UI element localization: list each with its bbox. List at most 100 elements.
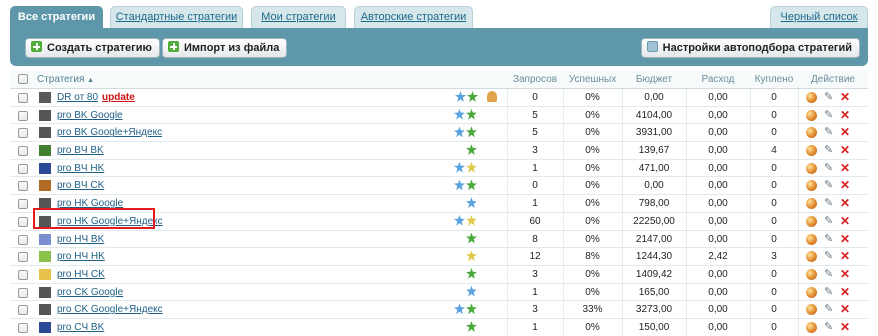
- row-checkbox[interactable]: [18, 305, 28, 316]
- edit-icon[interactable]: ✎: [824, 179, 836, 192]
- column-success-header[interactable]: Успешных: [563, 70, 622, 89]
- row-checkbox[interactable]: [18, 269, 28, 280]
- create-strategy-button[interactable]: Создать стратегию: [25, 38, 160, 58]
- edit-icon[interactable]: ✎: [824, 215, 836, 228]
- strategy-name-link[interactable]: DR от 80 update: [57, 89, 135, 106]
- row-checkbox[interactable]: [18, 146, 28, 157]
- delete-icon[interactable]: ✕: [840, 91, 851, 104]
- table-row[interactable]: DR от 80 update 0 0% 0,00 0,00 0 ✎ ✕: [10, 89, 868, 107]
- stats-icon[interactable]: [806, 162, 817, 174]
- delete-icon[interactable]: ✕: [840, 267, 851, 281]
- stats-icon[interactable]: [806, 304, 817, 316]
- row-checkbox[interactable]: [18, 252, 28, 263]
- stats-icon[interactable]: [806, 286, 817, 298]
- autoselect-settings-button[interactable]: Настройки автоподбора стратегий: [640, 38, 860, 58]
- column-strategy-header[interactable]: Стратегия ▲: [37, 70, 94, 89]
- delete-icon[interactable]: ✕: [840, 144, 851, 157]
- tab-author-strategies[interactable]: Авторские стратегии: [354, 6, 473, 28]
- edit-icon[interactable]: ✎: [824, 250, 836, 263]
- strategy-name-link[interactable]: pro BЧ HK: [57, 160, 104, 177]
- delete-icon[interactable]: ✕: [840, 197, 851, 210]
- delete-icon[interactable]: ✕: [840, 108, 851, 122]
- stats-icon[interactable]: [806, 268, 817, 280]
- stats-icon[interactable]: [806, 92, 817, 103]
- column-budget-header[interactable]: Бюджет: [622, 70, 686, 89]
- row-checkbox[interactable]: [18, 181, 28, 192]
- tab-all-strategies[interactable]: Все стратегии: [10, 6, 103, 28]
- tab-blacklist[interactable]: Черный список: [770, 6, 868, 28]
- table-row[interactable]: pro BЧ HK 1 0% 471,00 0,00 0 ✎ ✕: [10, 159, 868, 178]
- stats-icon[interactable]: [806, 233, 817, 245]
- delete-icon[interactable]: ✕: [840, 250, 851, 263]
- table-row[interactable]: pro HK Google+Яндекс 60 0% 22250,00 0,00 0 ✎ ✕: [10, 212, 868, 231]
- strategy-name-link[interactable]: pro HЧ CK: [57, 266, 105, 283]
- stats-icon[interactable]: [806, 109, 817, 121]
- table-row[interactable]: pro BЧ CK 0 0% 0,00 0,00 0 ✎ ✕: [10, 177, 868, 196]
- stats-icon[interactable]: [806, 251, 817, 263]
- table-row[interactable]: pro BЧ BK 3 0% 139,67 0,00 4 ✎ ✕: [10, 142, 868, 160]
- edit-icon[interactable]: ✎: [824, 126, 836, 139]
- row-checkbox[interactable]: [18, 322, 28, 333]
- stats-icon[interactable]: [806, 215, 817, 227]
- edit-icon[interactable]: ✎: [824, 321, 836, 334]
- strategy-name-link[interactable]: pro CK Google+Яндекс: [57, 301, 163, 318]
- table-row[interactable]: pro CK Google 1 0% 165,00 0,00 0 ✎ ✕: [10, 283, 868, 302]
- column-expense-header[interactable]: Расход: [686, 70, 750, 89]
- delete-icon[interactable]: ✕: [840, 285, 851, 299]
- tab-standard-strategies[interactable]: Стандартные стратегии: [110, 6, 243, 28]
- delete-icon[interactable]: ✕: [840, 126, 851, 139]
- strategy-name-link[interactable]: pro HK Google: [57, 195, 123, 212]
- strategy-name-link[interactable]: pro HK Google+Яндекс: [57, 213, 163, 230]
- stats-icon[interactable]: [806, 180, 817, 192]
- stats-icon[interactable]: [806, 127, 817, 139]
- edit-icon[interactable]: ✎: [824, 303, 836, 316]
- edit-icon[interactable]: ✎: [824, 268, 836, 281]
- table-row[interactable]: pro BK Google 5 0% 4104,00 0,00 0 ✎ ✕: [10, 106, 868, 125]
- strategy-name-link[interactable]: pro HЧ HK: [57, 248, 105, 265]
- row-checkbox[interactable]: [18, 128, 28, 139]
- edit-icon[interactable]: ✎: [824, 286, 836, 299]
- column-bought-header[interactable]: Куплено: [750, 70, 798, 89]
- strategy-name-link[interactable]: pro BK Google: [57, 107, 123, 124]
- delete-icon[interactable]: ✕: [840, 303, 851, 316]
- edit-icon[interactable]: ✎: [824, 109, 836, 122]
- delete-icon[interactable]: ✕: [840, 214, 851, 228]
- stats-icon[interactable]: [806, 321, 817, 333]
- table-row[interactable]: pro HЧ CK 3 0% 1409,42 0,00 0 ✎ ✕: [10, 265, 868, 284]
- row-checkbox[interactable]: [18, 216, 28, 227]
- delete-icon[interactable]: ✕: [840, 320, 851, 334]
- strategy-name-link[interactable]: pro BЧ BK: [57, 142, 104, 159]
- row-checkbox[interactable]: [18, 287, 28, 298]
- table-row[interactable]: pro HЧ HK 12 8% 1244,30 2,42 3 ✎ ✕: [10, 248, 868, 266]
- row-checkbox[interactable]: [18, 234, 28, 245]
- strategy-name-link[interactable]: pro HЧ BK: [57, 231, 104, 248]
- table-row[interactable]: pro BK Google+Яндекс 5 0% 3931,00 0,00 0 ✎ ✕: [10, 124, 868, 143]
- row-checkbox[interactable]: [18, 199, 28, 210]
- strategy-name-link[interactable]: pro BЧ CK: [57, 177, 104, 194]
- edit-icon[interactable]: ✎: [824, 233, 836, 246]
- table-row[interactable]: pro HK Google 1 0% 798,00 0,00 0 ✎ ✕: [10, 195, 868, 213]
- table-row[interactable]: pro CЧ BK 1 0% 150,00 0,00 0 ✎ ✕: [10, 318, 868, 336]
- delete-icon[interactable]: ✕: [840, 161, 851, 175]
- delete-icon[interactable]: ✕: [840, 179, 851, 192]
- edit-icon[interactable]: ✎: [824, 162, 836, 175]
- row-checkbox[interactable]: [18, 110, 28, 121]
- edit-icon[interactable]: ✎: [824, 197, 836, 210]
- strategy-name-link[interactable]: pro CЧ BK: [57, 319, 104, 336]
- select-all-checkbox[interactable]: [18, 74, 28, 84]
- tab-my-strategies[interactable]: Мои стратегии: [251, 6, 346, 28]
- column-requests-header[interactable]: Запросов: [507, 70, 563, 89]
- edit-icon[interactable]: ✎: [824, 91, 836, 104]
- strategy-name-link[interactable]: pro CK Google: [57, 284, 123, 301]
- stats-icon[interactable]: [806, 145, 817, 157]
- stats-icon[interactable]: [806, 198, 817, 210]
- strategy-name-link[interactable]: pro BK Google+Яндекс: [57, 124, 162, 141]
- table-row[interactable]: pro CK Google+Яндекс 3 33% 3273,00 0,00 0 ✎ ✕: [10, 301, 868, 319]
- delete-icon[interactable]: ✕: [840, 232, 851, 246]
- update-link[interactable]: update: [102, 92, 135, 103]
- table-row[interactable]: pro HЧ BK 8 0% 2147,00 0,00 0 ✎ ✕: [10, 230, 868, 249]
- row-checkbox[interactable]: [18, 93, 28, 103]
- row-checkbox[interactable]: [18, 163, 28, 174]
- edit-icon[interactable]: ✎: [824, 144, 836, 157]
- import-from-file-button[interactable]: Импорт из файла: [162, 38, 288, 58]
